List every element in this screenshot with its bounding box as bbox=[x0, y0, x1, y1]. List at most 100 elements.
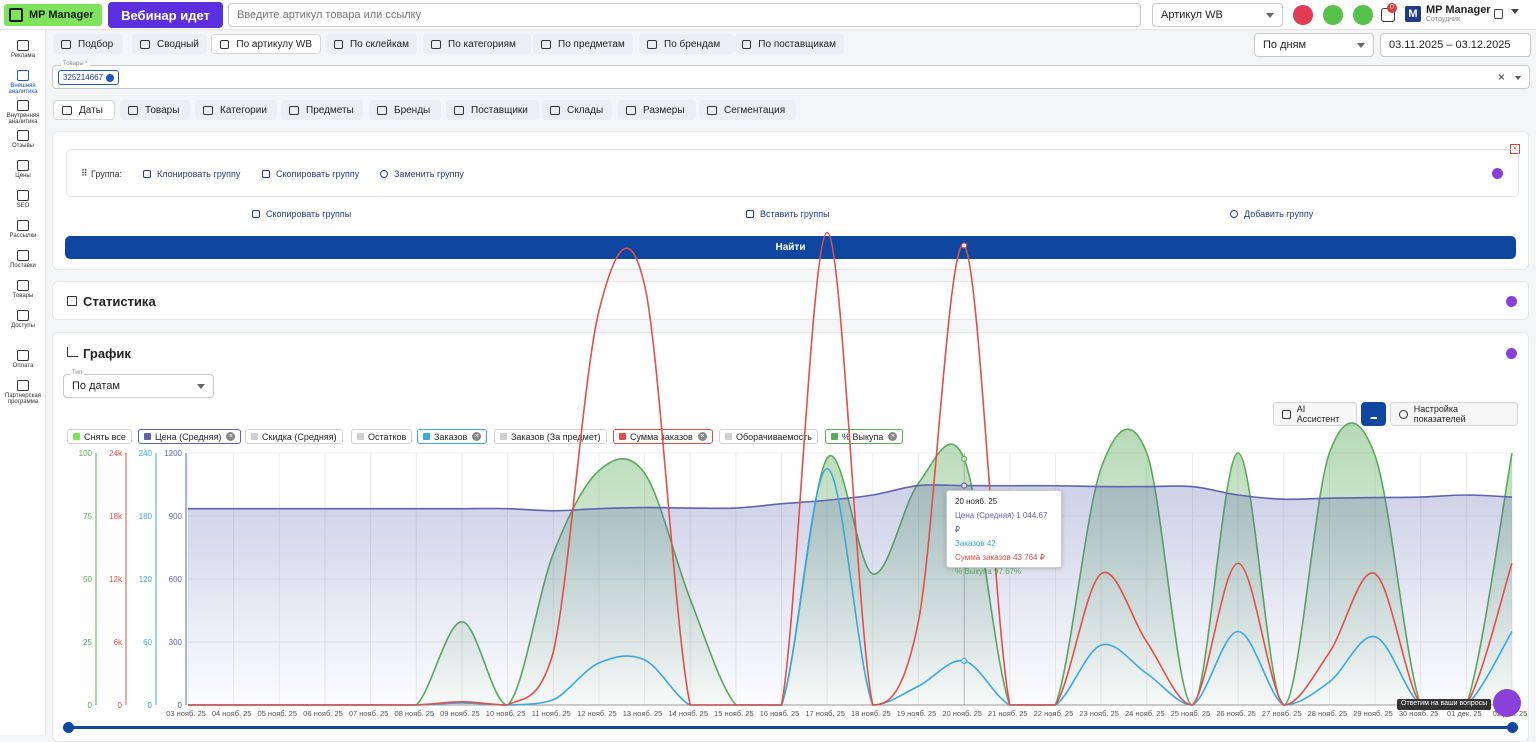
legend-item-3[interactable]: Остатков bbox=[351, 429, 413, 444]
tab-3[interactable]: По склейкам bbox=[326, 34, 417, 54]
article-type-select[interactable]: Артикул WB bbox=[1152, 3, 1283, 27]
sidebar-item-label: Внутренняя аналитика bbox=[6, 113, 40, 125]
sidebar-item-0[interactable]: Реклама bbox=[0, 40, 46, 59]
seo-icon bbox=[17, 190, 29, 201]
refresh-icon bbox=[380, 170, 388, 178]
subtab-0[interactable]: Даты bbox=[53, 100, 115, 120]
sidebar-item-10[interactable]: Оплата bbox=[0, 350, 46, 369]
product-chip[interactable]: 325214667 bbox=[58, 70, 120, 85]
statistics-card[interactable]: Статистика bbox=[52, 281, 1529, 320]
legend-label: Сумма заказов bbox=[630, 431, 693, 442]
subtab-1[interactable]: Товары bbox=[120, 100, 190, 120]
clone-group-link[interactable]: Клонировать группу bbox=[143, 169, 240, 179]
tab-4[interactable]: По категориям bbox=[423, 34, 531, 54]
legend-item-5[interactable]: Заказов (За предмет) bbox=[494, 429, 607, 444]
remove-series-icon[interactable]: × bbox=[888, 432, 898, 441]
expand-statistics-icon[interactable] bbox=[1506, 296, 1517, 307]
user-avatar: M bbox=[1405, 6, 1421, 22]
subtab-5[interactable]: Поставщики bbox=[446, 100, 539, 120]
copy-group-link[interactable]: Скопировать группу bbox=[262, 169, 359, 179]
legend-item-7[interactable]: Оборачиваемость bbox=[719, 429, 818, 444]
subtab-2[interactable]: Категории bbox=[195, 100, 277, 120]
subtab-8[interactable]: Сегментация bbox=[699, 100, 796, 120]
metrics-settings-button[interactable]: Настройка показателей bbox=[1390, 402, 1518, 426]
tab-label: Подбор bbox=[78, 38, 114, 50]
sidebar: Реклама Внешняя аналитика Внутренняя анали… bbox=[0, 30, 46, 735]
external-analytics-icon bbox=[17, 70, 29, 81]
notification-badge: 0 bbox=[1387, 3, 1397, 13]
range-slider-track[interactable] bbox=[68, 726, 1512, 729]
chevron-down-icon[interactable] bbox=[1515, 76, 1521, 80]
tab-0[interactable]: Подбор bbox=[53, 34, 123, 54]
search-input[interactable] bbox=[228, 3, 1141, 27]
user-role: Сотрудник bbox=[1426, 16, 1461, 23]
line-chart-icon bbox=[67, 347, 78, 357]
legend-swatch bbox=[831, 433, 838, 440]
sidebar-item-1[interactable]: Внешняя аналитика bbox=[0, 70, 46, 95]
sidebar-item-9[interactable]: Доступы bbox=[0, 310, 46, 329]
period-select[interactable]: По дням bbox=[1254, 33, 1374, 57]
sidebar-item-3[interactable]: Отзывы bbox=[0, 130, 46, 149]
tab-label: По поставщикам bbox=[758, 38, 836, 50]
collapse-chart-icon[interactable] bbox=[1506, 348, 1517, 359]
remove-chip-icon[interactable] bbox=[106, 73, 115, 82]
range-slider-end-handle[interactable] bbox=[1507, 722, 1518, 733]
ai-assistant-button[interactable]: AI Ассистент bbox=[1273, 402, 1357, 426]
clear-icon[interactable]: × bbox=[1498, 70, 1505, 84]
range-slider-start-handle[interactable] bbox=[63, 722, 74, 733]
expand-group-icon[interactable] bbox=[1492, 168, 1503, 179]
sidebar-item-4[interactable]: Цены bbox=[0, 160, 46, 179]
remove-series-icon[interactable]: × bbox=[472, 432, 482, 441]
legend-item-2[interactable]: Скидка (Средняя) bbox=[245, 429, 343, 444]
subtab-icon bbox=[454, 105, 464, 115]
sidebar-item-11[interactable]: Партнерская программа bbox=[0, 380, 46, 405]
tab-icon bbox=[61, 39, 71, 49]
subtab-4[interactable]: Бренды bbox=[369, 100, 441, 120]
legend-item-1[interactable]: Цена (Средняя) × bbox=[138, 429, 242, 444]
legend-item-4[interactable]: Заказов × bbox=[417, 429, 488, 444]
tab-6[interactable]: По брендам bbox=[639, 34, 734, 54]
legend-item-8[interactable]: % Выкупа × bbox=[825, 429, 904, 444]
legend-label: % Выкупа bbox=[842, 431, 884, 442]
remove-series-icon[interactable]: × bbox=[226, 432, 236, 441]
add-group-link[interactable]: Добавить группу bbox=[1230, 209, 1313, 219]
drag-handle-icon[interactable]: ⠿ bbox=[81, 168, 88, 179]
download-button[interactable] bbox=[1361, 402, 1386, 426]
sidebar-item-6[interactable]: Рассылки bbox=[0, 220, 46, 239]
products-field[interactable]: Товары * 325214667 × bbox=[52, 61, 1530, 89]
video-icon[interactable] bbox=[1293, 5, 1313, 25]
find-button[interactable]: Найти bbox=[65, 236, 1516, 259]
chat-icon[interactable] bbox=[1493, 689, 1521, 717]
legend-item-0[interactable]: Снять все bbox=[67, 429, 132, 444]
tab-icon bbox=[541, 39, 551, 49]
sidebar-item-5[interactable]: SEO bbox=[0, 190, 46, 209]
chart-type-select[interactable]: Тип По датам bbox=[63, 370, 214, 398]
subtab-icon bbox=[62, 105, 72, 115]
subtab-7[interactable]: Размеры bbox=[618, 100, 696, 120]
copy-groups-link[interactable]: Скопировать группы bbox=[252, 209, 351, 219]
tab-icon bbox=[140, 39, 150, 49]
sidebar-item-8[interactable]: Товары bbox=[0, 280, 46, 299]
legend-item-6[interactable]: Сумма заказов × bbox=[613, 429, 713, 444]
date-range-input[interactable]: 03.11.2025 – 03.12.2025 bbox=[1380, 33, 1531, 57]
remove-series-icon[interactable]: × bbox=[697, 432, 707, 441]
user-menu[interactable]: M MP Manager Сотрудник bbox=[1405, 4, 1535, 26]
tab-2[interactable]: По артикулу WB bbox=[211, 34, 321, 54]
chevron-down-icon[interactable] bbox=[1511, 9, 1519, 14]
support-bot-icon[interactable] bbox=[1323, 5, 1343, 25]
tab-icon bbox=[647, 39, 657, 49]
tooltip-price: Цена (Средняя) 1 044.67 ₽ bbox=[955, 511, 1048, 534]
tab-7[interactable]: По поставщикам bbox=[734, 34, 844, 54]
sidebar-item-7[interactable]: Поставки bbox=[0, 250, 46, 269]
subtab-3[interactable]: Предметы bbox=[281, 100, 363, 120]
webinar-button[interactable]: Вебинар идет bbox=[108, 2, 223, 28]
paste-groups-link[interactable]: Вставить группы bbox=[746, 209, 830, 219]
education-icon[interactable] bbox=[1353, 5, 1373, 25]
replace-group-link[interactable]: Заменить группу bbox=[380, 169, 464, 179]
sidebar-item-2[interactable]: Внутренняя аналитика bbox=[0, 100, 46, 125]
app-logo[interactable]: MP Manager bbox=[4, 4, 102, 26]
subtab-6[interactable]: Склады bbox=[542, 100, 612, 120]
tab-1[interactable]: Сводный bbox=[132, 34, 207, 54]
copy-icon[interactable] bbox=[1494, 9, 1503, 19]
tab-5[interactable]: По предметам bbox=[533, 34, 633, 54]
